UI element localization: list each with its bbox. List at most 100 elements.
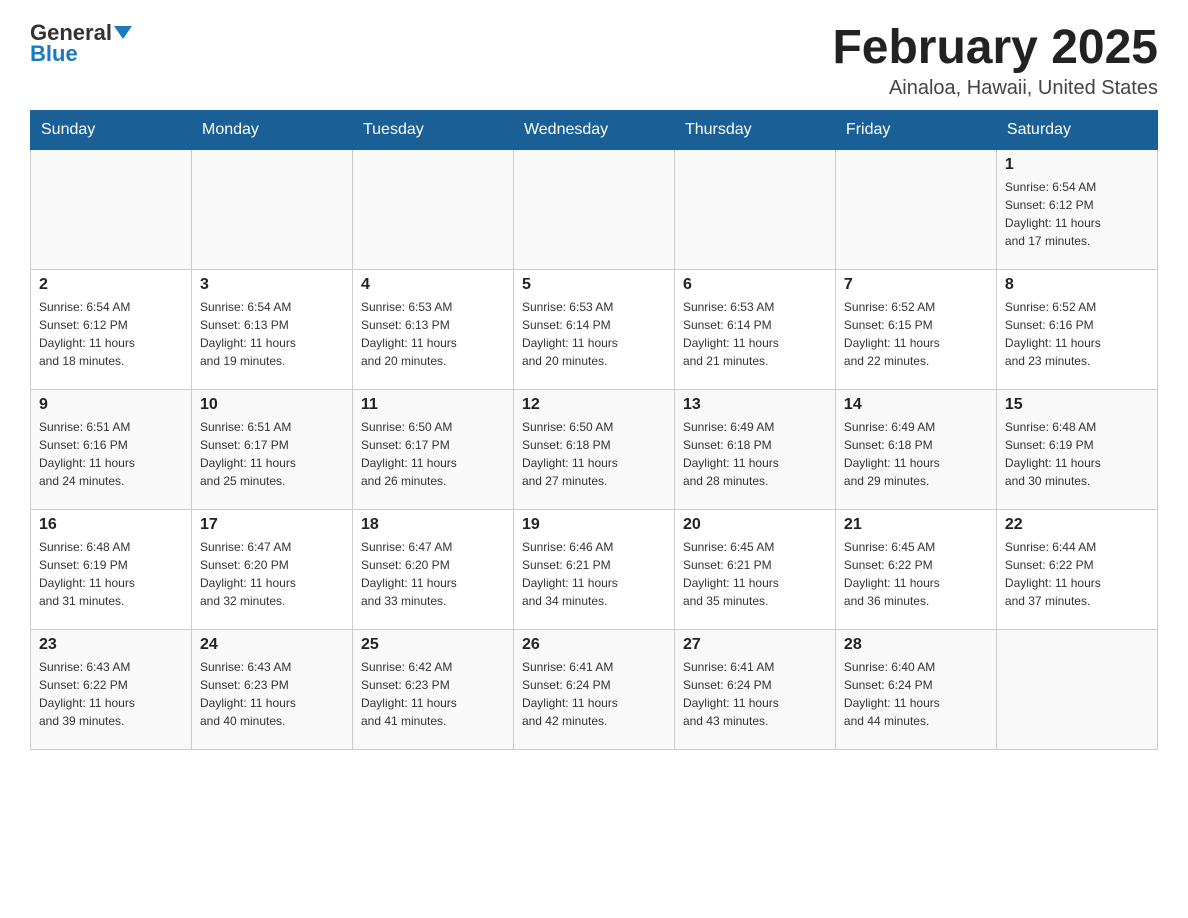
calendar-cell: 10 Sunrise: 6:51 AM Sunset: 6:17 PM Dayli…	[191, 390, 352, 510]
day-number: 14	[844, 396, 988, 414]
day-info: Sunrise: 6:49 AM Sunset: 6:18 PM Dayligh…	[844, 418, 988, 490]
day-number: 9	[39, 396, 183, 414]
day-number: 7	[844, 276, 988, 294]
day-info: Sunrise: 6:41 AM Sunset: 6:24 PM Dayligh…	[522, 658, 666, 730]
title-section: February 2025 Ainaloa, Hawaii, United St…	[832, 20, 1158, 100]
day-number: 20	[683, 516, 827, 534]
day-info: Sunrise: 6:53 AM Sunset: 6:14 PM Dayligh…	[522, 298, 666, 370]
calendar-cell: 15 Sunrise: 6:48 AM Sunset: 6:19 PM Dayli…	[996, 390, 1157, 510]
day-number: 8	[1005, 276, 1149, 294]
day-info: Sunrise: 6:43 AM Sunset: 6:23 PM Dayligh…	[200, 658, 344, 730]
day-number: 3	[200, 276, 344, 294]
calendar-cell	[674, 150, 835, 270]
calendar-cell: 12 Sunrise: 6:50 AM Sunset: 6:18 PM Dayli…	[513, 390, 674, 510]
calendar-cell: 2 Sunrise: 6:54 AM Sunset: 6:12 PM Daylig…	[31, 270, 192, 390]
day-info: Sunrise: 6:44 AM Sunset: 6:22 PM Dayligh…	[1005, 538, 1149, 610]
day-number: 2	[39, 276, 183, 294]
calendar-cell: 1 Sunrise: 6:54 AM Sunset: 6:12 PM Daylig…	[996, 150, 1157, 270]
calendar-cell	[191, 150, 352, 270]
location: Ainaloa, Hawaii, United States	[832, 77, 1158, 100]
day-info: Sunrise: 6:50 AM Sunset: 6:18 PM Dayligh…	[522, 418, 666, 490]
calendar-cell: 19 Sunrise: 6:46 AM Sunset: 6:21 PM Dayli…	[513, 510, 674, 630]
calendar-cell: 18 Sunrise: 6:47 AM Sunset: 6:20 PM Dayli…	[352, 510, 513, 630]
calendar-cell: 25Sunrise: 6:42 AM Sunset: 6:23 PM Dayli…	[352, 630, 513, 750]
day-of-week-header: Thursday	[674, 111, 835, 150]
calendar-cell: 4 Sunrise: 6:53 AM Sunset: 6:13 PM Daylig…	[352, 270, 513, 390]
day-info: Sunrise: 6:54 AM Sunset: 6:12 PM Dayligh…	[1005, 178, 1149, 250]
calendar-cell: 3 Sunrise: 6:54 AM Sunset: 6:13 PM Daylig…	[191, 270, 352, 390]
calendar-week-row: 9Sunrise: 6:51 AM Sunset: 6:16 PM Daylig…	[31, 390, 1158, 510]
day-info: Sunrise: 6:50 AM Sunset: 6:17 PM Dayligh…	[361, 418, 505, 490]
day-number: 22	[1005, 516, 1149, 534]
day-number: 1	[1005, 156, 1149, 174]
day-number: 18	[361, 516, 505, 534]
calendar-cell	[513, 150, 674, 270]
day-number: 21	[844, 516, 988, 534]
day-of-week-header: Friday	[835, 111, 996, 150]
calendar-cell: 7Sunrise: 6:52 AM Sunset: 6:15 PM Daylig…	[835, 270, 996, 390]
day-info: Sunrise: 6:41 AM Sunset: 6:24 PM Dayligh…	[683, 658, 827, 730]
day-number: 19	[522, 516, 666, 534]
day-info: Sunrise: 6:43 AM Sunset: 6:22 PM Dayligh…	[39, 658, 183, 730]
calendar: SundayMondayTuesdayWednesdayThursdayFrid…	[30, 110, 1158, 750]
day-info: Sunrise: 6:54 AM Sunset: 6:12 PM Dayligh…	[39, 298, 183, 370]
day-number: 26	[522, 636, 666, 654]
day-number: 28	[844, 636, 988, 654]
calendar-cell: 5 Sunrise: 6:53 AM Sunset: 6:14 PM Daylig…	[513, 270, 674, 390]
day-info: Sunrise: 6:48 AM Sunset: 6:19 PM Dayligh…	[39, 538, 183, 610]
calendar-cell: 8 Sunrise: 6:52 AM Sunset: 6:16 PM Daylig…	[996, 270, 1157, 390]
day-number: 15	[1005, 396, 1149, 414]
day-info: Sunrise: 6:45 AM Sunset: 6:21 PM Dayligh…	[683, 538, 827, 610]
calendar-week-row: 1 Sunrise: 6:54 AM Sunset: 6:12 PM Daylig…	[31, 150, 1158, 270]
day-info: Sunrise: 6:52 AM Sunset: 6:16 PM Dayligh…	[1005, 298, 1149, 370]
day-of-week-header: Monday	[191, 111, 352, 150]
calendar-cell: 14 Sunrise: 6:49 AM Sunset: 6:18 PM Dayli…	[835, 390, 996, 510]
calendar-cell: 26 Sunrise: 6:41 AM Sunset: 6:24 PM Dayli…	[513, 630, 674, 750]
day-number: 17	[200, 516, 344, 534]
calendar-cell: 24 Sunrise: 6:43 AM Sunset: 6:23 PM Dayli…	[191, 630, 352, 750]
day-info: Sunrise: 6:54 AM Sunset: 6:13 PM Dayligh…	[200, 298, 344, 370]
day-info: Sunrise: 6:47 AM Sunset: 6:20 PM Dayligh…	[361, 538, 505, 610]
day-of-week-header: Saturday	[996, 111, 1157, 150]
day-number: 23	[39, 636, 183, 654]
calendar-cell: 22 Sunrise: 6:44 AM Sunset: 6:22 PM Dayli…	[996, 510, 1157, 630]
day-info: Sunrise: 6:47 AM Sunset: 6:20 PM Dayligh…	[200, 538, 344, 610]
day-info: Sunrise: 6:53 AM Sunset: 6:13 PM Dayligh…	[361, 298, 505, 370]
day-number: 4	[361, 276, 505, 294]
day-number: 24	[200, 636, 344, 654]
day-number: 12	[522, 396, 666, 414]
month-title: February 2025	[832, 20, 1158, 75]
day-info: Sunrise: 6:48 AM Sunset: 6:19 PM Dayligh…	[1005, 418, 1149, 490]
calendar-cell: 23 Sunrise: 6:43 AM Sunset: 6:22 PM Dayli…	[31, 630, 192, 750]
calendar-cell	[352, 150, 513, 270]
calendar-cell	[996, 630, 1157, 750]
day-number: 25	[361, 636, 505, 654]
day-info: Sunrise: 6:49 AM Sunset: 6:18 PM Dayligh…	[683, 418, 827, 490]
calendar-cell: 17 Sunrise: 6:47 AM Sunset: 6:20 PM Dayli…	[191, 510, 352, 630]
calendar-cell: 13Sunrise: 6:49 AM Sunset: 6:18 PM Dayli…	[674, 390, 835, 510]
day-number: 11	[361, 396, 505, 414]
calendar-cell: 20 Sunrise: 6:45 AM Sunset: 6:21 PM Dayli…	[674, 510, 835, 630]
calendar-header-row: SundayMondayTuesdayWednesdayThursdayFrid…	[31, 111, 1158, 150]
day-number: 16	[39, 516, 183, 534]
calendar-cell: 9Sunrise: 6:51 AM Sunset: 6:16 PM Daylig…	[31, 390, 192, 510]
calendar-cell: 27 Sunrise: 6:41 AM Sunset: 6:24 PM Dayli…	[674, 630, 835, 750]
day-info: Sunrise: 6:46 AM Sunset: 6:21 PM Dayligh…	[522, 538, 666, 610]
calendar-cell: 16 Sunrise: 6:48 AM Sunset: 6:19 PM Dayli…	[31, 510, 192, 630]
day-number: 27	[683, 636, 827, 654]
day-info: Sunrise: 6:53 AM Sunset: 6:14 PM Dayligh…	[683, 298, 827, 370]
calendar-week-row: 16 Sunrise: 6:48 AM Sunset: 6:19 PM Dayli…	[31, 510, 1158, 630]
calendar-cell	[835, 150, 996, 270]
logo: General Blue	[30, 20, 132, 67]
calendar-week-row: 2 Sunrise: 6:54 AM Sunset: 6:12 PM Daylig…	[31, 270, 1158, 390]
day-number: 5	[522, 276, 666, 294]
day-of-week-header: Wednesday	[513, 111, 674, 150]
day-number: 10	[200, 396, 344, 414]
calendar-cell: 6Sunrise: 6:53 AM Sunset: 6:14 PM Daylig…	[674, 270, 835, 390]
day-info: Sunrise: 6:51 AM Sunset: 6:17 PM Dayligh…	[200, 418, 344, 490]
logo-blue: Blue	[30, 41, 78, 67]
calendar-cell: 21 Sunrise: 6:45 AM Sunset: 6:22 PM Dayli…	[835, 510, 996, 630]
day-of-week-header: Tuesday	[352, 111, 513, 150]
day-info: Sunrise: 6:45 AM Sunset: 6:22 PM Dayligh…	[844, 538, 988, 610]
day-of-week-header: Sunday	[31, 111, 192, 150]
